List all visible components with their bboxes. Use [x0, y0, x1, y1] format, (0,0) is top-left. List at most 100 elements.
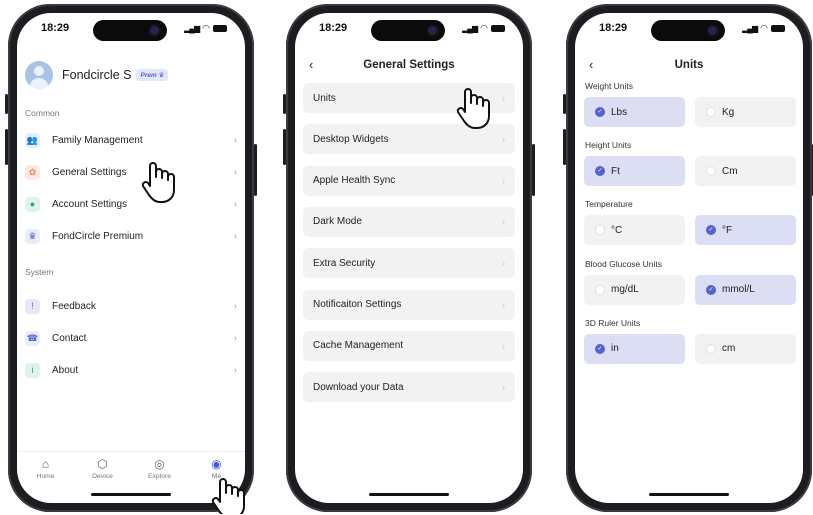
unit-option-c[interactable]: °C: [584, 215, 685, 246]
chevron-right-icon: ›: [233, 364, 237, 376]
tab-explore[interactable]: ◎ Explore: [137, 458, 183, 485]
hand-pointer-icon: [456, 88, 490, 129]
unit-option-cm[interactable]: cm: [695, 333, 796, 364]
home-icon: ⌂: [41, 457, 50, 471]
signal-icon: ▂▄▆: [184, 24, 200, 33]
menu-item-contact[interactable]: ☎ Contact ›: [25, 324, 237, 352]
status-bar: 18:29 ▂▄▆ ◠: [17, 13, 245, 47]
unit-option-ft[interactable]: Ft: [584, 156, 685, 187]
unit-group-label: Temperature: [585, 199, 633, 210]
premium-badge: Prem ♛: [136, 69, 169, 81]
radio-checked-icon: [595, 343, 605, 354]
account-icon: ●: [25, 196, 40, 212]
chevron-right-icon: ›: [233, 134, 237, 146]
unit-option-cm[interactable]: Cm: [695, 156, 796, 187]
chevron-right-icon: ›: [502, 299, 505, 310]
chevron-right-icon: ›: [233, 198, 237, 210]
chevron-right-icon: ›: [502, 175, 505, 186]
settings-item-cache-management[interactable]: Cache Management ›: [303, 330, 515, 361]
radio-checked-icon: [595, 166, 605, 177]
page-title: General Settings: [363, 59, 455, 71]
settings-item-extra-security[interactable]: Extra Security ›: [303, 248, 515, 279]
settings-item-label: Units: [313, 92, 336, 104]
unit-option-lbs[interactable]: Lbs: [584, 97, 685, 127]
settings-item-label: Download your Data: [313, 381, 404, 393]
unit-option-label: Lbs: [611, 106, 628, 118]
unit-option-label: °F: [722, 224, 733, 236]
unit-option-label: Cm: [722, 165, 738, 177]
menu-item-fondcircle-premium[interactable]: ♛ FondCircle Premium ›: [25, 222, 237, 250]
unit-option-label: °C: [611, 224, 623, 236]
unit-option-in[interactable]: in: [584, 333, 685, 364]
tab-label: Explore: [147, 473, 172, 480]
me-icon: ◉: [211, 457, 222, 471]
chevron-right-icon: ›: [502, 258, 505, 269]
radio-unchecked-icon: [706, 107, 716, 117]
unit-option-label: mmol/L: [722, 284, 755, 296]
profile-header[interactable]: Fondcircle S Prem ♛: [25, 61, 169, 89]
radio-unchecked-icon: [595, 284, 605, 295]
unit-group-label: Weight Units: [585, 81, 634, 91]
signal-icon: ▂▄▆: [742, 24, 758, 33]
crown-icon: ♛: [25, 228, 40, 244]
settings-item-label: Extra Security: [313, 257, 376, 269]
nav-bar: ‹ General Settings: [295, 57, 523, 77]
phone-units-screen: 18:29 ▂▄▆◠ ‹ Units Weight Units Lbs Kg Heig…: [563, 4, 813, 512]
settings-item-label: Notificaiton Settings: [313, 299, 402, 310]
menu-item-feedback[interactable]: ! Feedback ›: [25, 292, 237, 320]
chevron-right-icon: ›: [502, 382, 505, 393]
status-time: 18:29: [319, 22, 348, 34]
menu-item-account-settings[interactable]: ● Account Settings ›: [25, 190, 237, 218]
unit-group-label: 3D Ruler Units: [585, 317, 641, 328]
chevron-right-icon: ›: [233, 166, 237, 178]
screen: 18:29 ▂▄▆ ◠ Fondcircle S Prem ♛ Common 👥 F…: [17, 13, 245, 503]
chevron-right-icon: ›: [502, 216, 505, 227]
home-indicator: [369, 493, 449, 496]
radio-unchecked-icon: [706, 166, 716, 177]
unit-option-label: cm: [722, 343, 736, 355]
avatar[interactable]: [25, 61, 53, 89]
unit-option-label: mg/dL: [611, 284, 639, 296]
chevron-right-icon: ›: [233, 230, 237, 242]
phone-icon: ☎: [25, 330, 40, 346]
status-time: 18:29: [599, 22, 628, 34]
section-label-common: Common: [25, 108, 60, 118]
unit-option-label: Kg: [722, 106, 735, 118]
settings-item-label: Dark Mode: [313, 216, 362, 228]
radio-checked-icon: [595, 107, 605, 117]
battery-icon: [213, 25, 227, 32]
settings-item-apple-health-sync[interactable]: Apple Health Sync ›: [303, 165, 515, 196]
page-title: Units: [674, 59, 704, 71]
menu-item-label: General Settings: [52, 166, 127, 178]
hand-pointer-icon: [141, 162, 175, 203]
menu-item-general-settings[interactable]: ✿ General Settings ›: [25, 158, 237, 186]
menu-item-about[interactable]: i About ›: [25, 356, 237, 384]
menu-item-family-management[interactable]: 👥 Family Management ›: [25, 126, 237, 154]
info-icon: i: [25, 362, 40, 378]
settings-item-notificaiton-settings[interactable]: Notificaiton Settings ›: [303, 289, 515, 320]
menu-item-label: Contact: [52, 332, 87, 344]
tab-home[interactable]: ⌂ Home: [23, 458, 69, 485]
unit-option-f[interactable]: °F: [695, 215, 796, 246]
wifi-icon: ◠: [202, 23, 210, 33]
dynamic-island: [371, 20, 445, 41]
menu-item-label: Feedback: [52, 300, 96, 312]
unit-option-label: Ft: [611, 165, 620, 177]
unit-option-kg[interactable]: Kg: [695, 97, 796, 127]
tab-device[interactable]: ⬡ Device: [80, 458, 126, 485]
unit-option-mgdl[interactable]: mg/dL: [584, 274, 685, 305]
phone-general-settings-screen: 18:29 ▂▄▆ ◠ ‹ General Settings Units › Desk…: [283, 4, 535, 512]
menu-item-label: Family Management: [52, 134, 143, 146]
signal-icon: ▂▄▆: [462, 24, 478, 33]
dynamic-island: [651, 20, 725, 41]
settings-item-download-your-data[interactable]: Download your Data ›: [303, 372, 515, 403]
settings-item-label: Desktop Widgets: [313, 133, 389, 145]
section-label-system: System: [25, 267, 54, 277]
settings-item-dark-mode[interactable]: Dark Mode ›: [303, 206, 515, 237]
screen: 18:29 ▂▄▆◠ ‹ Units Weight Units Lbs Kg Heig…: [575, 13, 803, 503]
unit-option-mmoll[interactable]: mmol/L: [695, 274, 796, 305]
unit-group-label: Blood Glucose Units: [585, 258, 663, 269]
wifi-icon: ◠: [760, 23, 768, 33]
dynamic-island: [93, 20, 167, 41]
radio-unchecked-icon: [706, 343, 716, 354]
